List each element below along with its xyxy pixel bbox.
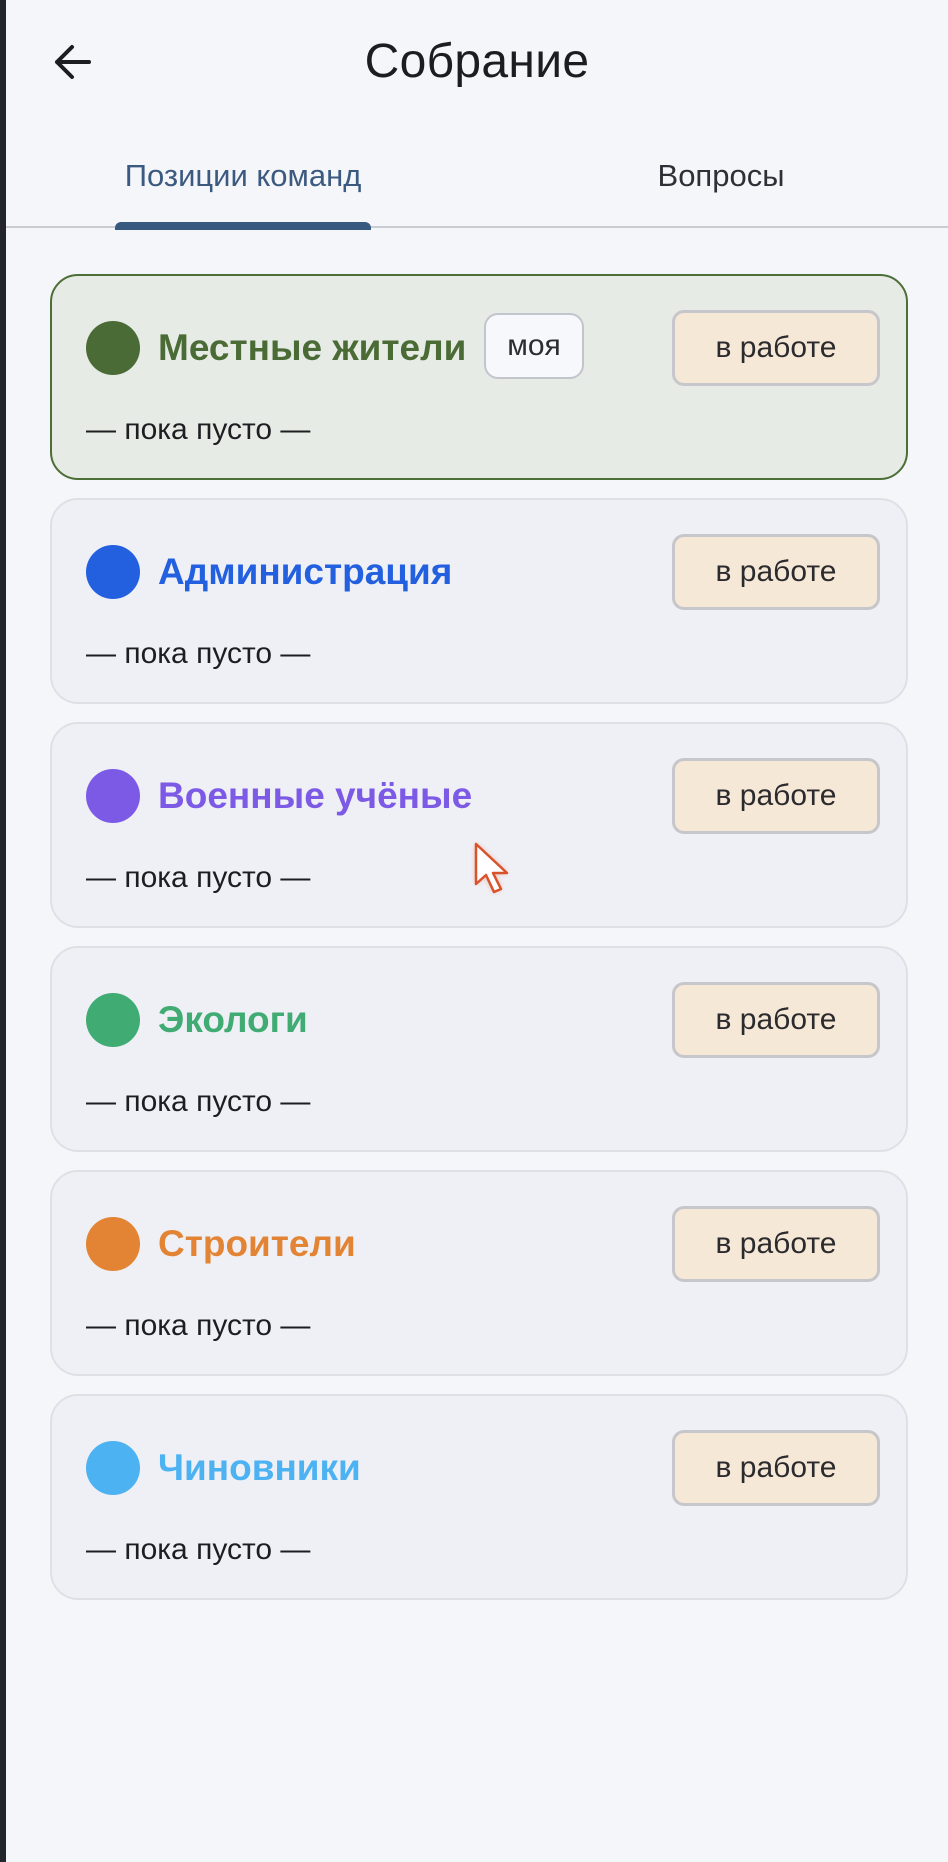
empty-placeholder: — пока пусто — — [86, 1309, 311, 1342]
empty-placeholder: — пока пусто — — [86, 637, 311, 670]
team-name: Администрация — [158, 551, 453, 592]
top-bar: Собрание — [6, 0, 948, 126]
status-button[interactable]: в работе — [672, 982, 880, 1058]
team-name: Экологи — [158, 999, 308, 1040]
status-button[interactable]: в работе — [672, 1430, 880, 1506]
team-name: Чиновники — [158, 1447, 361, 1488]
team-color-dot — [86, 1217, 140, 1271]
empty-placeholder: — пока пусто — — [86, 1533, 311, 1566]
team-name: Строители — [158, 1223, 356, 1264]
my-team-badge: моя — [484, 313, 584, 379]
tab-bar: Позиции команд Вопросы — [6, 126, 948, 230]
empty-placeholder: — пока пусто — — [86, 861, 311, 894]
status-button[interactable]: в работе — [672, 758, 880, 834]
team-color-dot — [86, 321, 140, 375]
team-color-dot — [86, 769, 140, 823]
tab-team-positions[interactable]: Позиции команд — [115, 126, 371, 226]
empty-placeholder: — пока пусто — — [86, 1085, 311, 1118]
active-tab-indicator — [115, 222, 371, 230]
status-button[interactable]: в работе — [672, 1206, 880, 1282]
team-card-officials: Чиновники в работе — пока пусто — — [50, 1394, 908, 1600]
page-title: Собрание — [364, 35, 590, 88]
team-card-administration: Администрация в работе — пока пусто — — [50, 498, 908, 704]
team-color-dot — [86, 1441, 140, 1495]
status-button[interactable]: в работе — [672, 534, 880, 610]
empty-placeholder: — пока пусто — — [86, 413, 311, 446]
tab-questions[interactable]: Вопросы — [606, 126, 836, 226]
team-color-dot — [86, 993, 140, 1047]
team-name: Военные учёные — [158, 775, 473, 816]
mouse-cursor-icon — [474, 842, 509, 894]
team-card-ecologists: Экологи в работе — пока пусто — — [50, 946, 908, 1152]
team-card-local-residents: Местные жители моя в работе — пока пусто… — [50, 274, 908, 480]
team-card-builders: Строители в работе — пока пусто — — [50, 1170, 908, 1376]
team-color-dot — [86, 545, 140, 599]
status-button[interactable]: в работе — [672, 310, 880, 386]
app-screen: Собрание Позиции команд Вопросы Местные … — [6, 0, 948, 1862]
team-name: Местные жители — [158, 327, 467, 368]
